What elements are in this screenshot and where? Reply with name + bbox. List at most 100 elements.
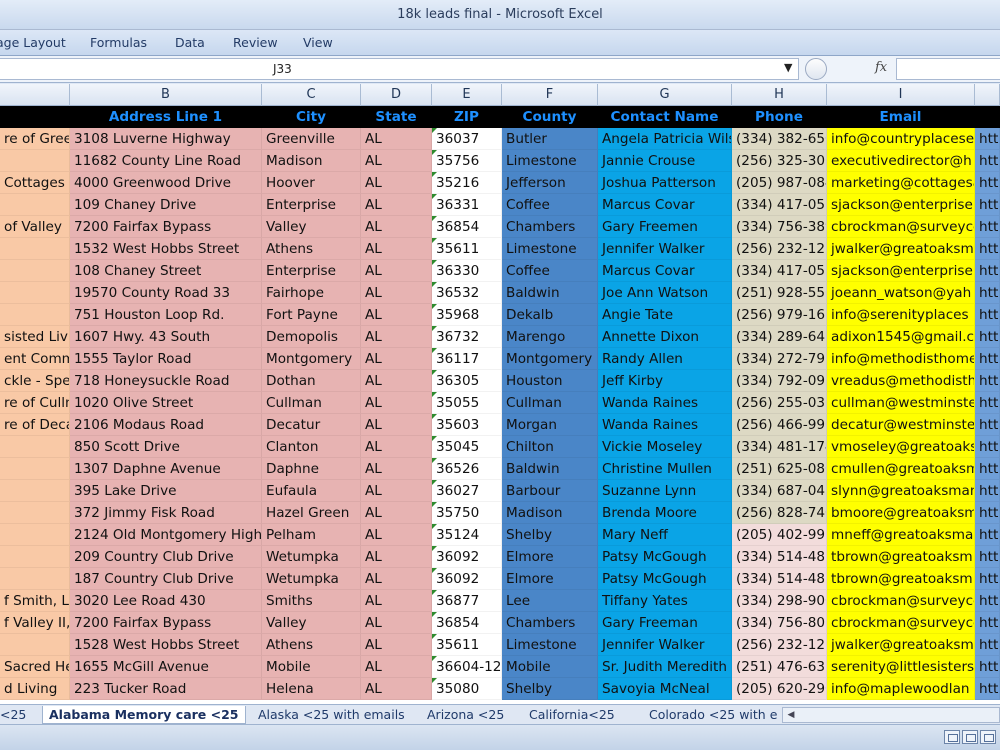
name-box[interactable]: J33 ▼ xyxy=(0,58,799,80)
county-cell[interactable]: Chilton xyxy=(502,436,598,458)
address-cell[interactable]: 3108 Luverne Highway xyxy=(70,128,262,150)
zip-cell[interactable]: 36604-129 xyxy=(432,656,502,678)
website-cell[interactable]: http xyxy=(975,480,1000,502)
city-cell[interactable]: Enterprise xyxy=(262,260,361,282)
phone-cell[interactable]: (256) 232-1213 xyxy=(732,634,827,656)
website-cell[interactable]: http xyxy=(975,656,1000,678)
zip-cell[interactable]: 36526 xyxy=(432,458,502,480)
horizontal-scrollbar[interactable]: ◀ xyxy=(782,707,1000,723)
sheet-tab[interactable]: Arizona <25 xyxy=(427,706,504,724)
formula-bar-expand-button[interactable] xyxy=(805,58,827,80)
county-cell[interactable]: Elmore xyxy=(502,568,598,590)
zip-cell[interactable]: 36092 xyxy=(432,546,502,568)
facility-name-cell[interactable] xyxy=(0,546,70,568)
email-cell[interactable]: mneff@greatoaksma xyxy=(827,524,975,546)
state-cell[interactable]: AL xyxy=(361,546,432,568)
email-cell[interactable]: slynn@greatoaksman xyxy=(827,480,975,502)
column-header-e[interactable]: E xyxy=(432,84,502,106)
column-header-d[interactable]: D xyxy=(361,84,432,106)
email-cell[interactable]: info@serenityplaces xyxy=(827,304,975,326)
zip-cell[interactable]: 35611 xyxy=(432,634,502,656)
facility-name-cell[interactable]: Sacred Hea xyxy=(0,656,70,678)
email-cell[interactable]: cmullen@greatoaksm xyxy=(827,458,975,480)
sheet-tab[interactable]: Alaska <25 with emails xyxy=(258,706,405,724)
address-cell[interactable]: 19570 County Road 33 xyxy=(70,282,262,304)
phone-cell[interactable]: (334) 298-9002 xyxy=(732,590,827,612)
county-cell[interactable]: Madison xyxy=(502,502,598,524)
email-cell[interactable]: marketing@cottagesa xyxy=(827,172,975,194)
website-cell[interactable]: http xyxy=(975,590,1000,612)
address-cell[interactable]: 2106 Modaus Road xyxy=(70,414,262,436)
facility-name-cell[interactable]: ent Commu xyxy=(0,348,70,370)
city-cell[interactable]: Montgomery xyxy=(262,348,361,370)
facility-name-cell[interactable] xyxy=(0,304,70,326)
zip-cell[interactable]: 35045 xyxy=(432,436,502,458)
county-cell[interactable]: Morgan xyxy=(502,414,598,436)
email-cell[interactable]: serenity@littlesisters xyxy=(827,656,975,678)
address-cell[interactable]: 1555 Taylor Road xyxy=(70,348,262,370)
header-state[interactable]: State xyxy=(361,106,432,128)
zip-cell[interactable]: 36532 xyxy=(432,282,502,304)
state-cell[interactable]: AL xyxy=(361,524,432,546)
state-cell[interactable]: AL xyxy=(361,194,432,216)
address-cell[interactable]: 718 Honeysuckle Road xyxy=(70,370,262,392)
website-cell[interactable]: http xyxy=(975,678,1000,700)
scroll-left-icon[interactable]: ◀ xyxy=(785,709,797,721)
contact-name-cell[interactable]: Annette Dixon xyxy=(598,326,732,348)
county-cell[interactable]: Limestone xyxy=(502,634,598,656)
website-cell[interactable]: http xyxy=(975,304,1000,326)
contact-name-cell[interactable]: Joe Ann Watson xyxy=(598,282,732,304)
zip-cell[interactable]: 35968 xyxy=(432,304,502,326)
city-cell[interactable]: Daphne xyxy=(262,458,361,480)
address-cell[interactable]: 395 Lake Drive xyxy=(70,480,262,502)
header-zip[interactable]: ZIP xyxy=(432,106,502,128)
county-cell[interactable]: Coffee xyxy=(502,260,598,282)
city-cell[interactable]: Athens xyxy=(262,634,361,656)
contact-name-cell[interactable]: Savoyia McNeal xyxy=(598,678,732,700)
city-cell[interactable]: Dothan xyxy=(262,370,361,392)
zip-cell[interactable]: 35055 xyxy=(432,392,502,414)
county-cell[interactable]: Houston xyxy=(502,370,598,392)
address-cell[interactable]: 1528 West Hobbs Street xyxy=(70,634,262,656)
website-cell[interactable]: http xyxy=(975,502,1000,524)
city-cell[interactable]: Fort Payne xyxy=(262,304,361,326)
city-cell[interactable]: Clanton xyxy=(262,436,361,458)
phone-cell[interactable]: (334) 756-3891 xyxy=(732,216,827,238)
address-cell[interactable]: 2124 Old Montgomery Highw xyxy=(70,524,262,546)
contact-name-cell[interactable]: Jennifer Walker xyxy=(598,238,732,260)
address-cell[interactable]: 11682 County Line Road xyxy=(70,150,262,172)
email-cell[interactable]: info@methodisthome xyxy=(827,348,975,370)
zip-cell[interactable]: 35603 xyxy=(432,414,502,436)
website-cell[interactable]: http xyxy=(975,392,1000,414)
city-cell[interactable]: Enterprise xyxy=(262,194,361,216)
email-cell[interactable]: cbrockman@surveyco xyxy=(827,612,975,634)
website-cell[interactable]: http xyxy=(975,370,1000,392)
email-cell[interactable]: cullman@westminste xyxy=(827,392,975,414)
contact-name-cell[interactable]: Patsy McGough xyxy=(598,546,732,568)
city-cell[interactable]: Hazel Green xyxy=(262,502,361,524)
header-contact-name[interactable]: Contact Name xyxy=(598,106,732,128)
column-header-g[interactable]: G xyxy=(598,84,732,106)
state-cell[interactable]: AL xyxy=(361,348,432,370)
state-cell[interactable]: AL xyxy=(361,326,432,348)
website-cell[interactable]: http xyxy=(975,436,1000,458)
county-cell[interactable]: Cullman xyxy=(502,392,598,414)
website-cell[interactable]: http xyxy=(975,128,1000,150)
email-cell[interactable]: info@countryplacese xyxy=(827,128,975,150)
phone-cell[interactable]: (256) 979-1610 xyxy=(732,304,827,326)
contact-name-cell[interactable]: Tiffany Yates xyxy=(598,590,732,612)
phone-cell[interactable]: (251) 625-0802 xyxy=(732,458,827,480)
city-cell[interactable]: Greenville xyxy=(262,128,361,150)
sheet-tab[interactable]: <25 xyxy=(0,706,26,724)
column-header-i[interactable]: I xyxy=(827,84,975,106)
county-cell[interactable]: Lee xyxy=(502,590,598,612)
address-cell[interactable]: 1655 McGill Avenue xyxy=(70,656,262,678)
tab-data[interactable]: Data xyxy=(175,35,205,50)
contact-name-cell[interactable]: Suzanne Lynn xyxy=(598,480,732,502)
sheet-tab-active[interactable]: Alabama Memory care <25 xyxy=(42,706,246,724)
address-cell[interactable]: 209 Country Club Drive xyxy=(70,546,262,568)
column-header-a[interactable] xyxy=(0,84,70,106)
city-cell[interactable]: Cullman xyxy=(262,392,361,414)
city-cell[interactable]: Eufaula xyxy=(262,480,361,502)
website-cell[interactable]: http xyxy=(975,150,1000,172)
